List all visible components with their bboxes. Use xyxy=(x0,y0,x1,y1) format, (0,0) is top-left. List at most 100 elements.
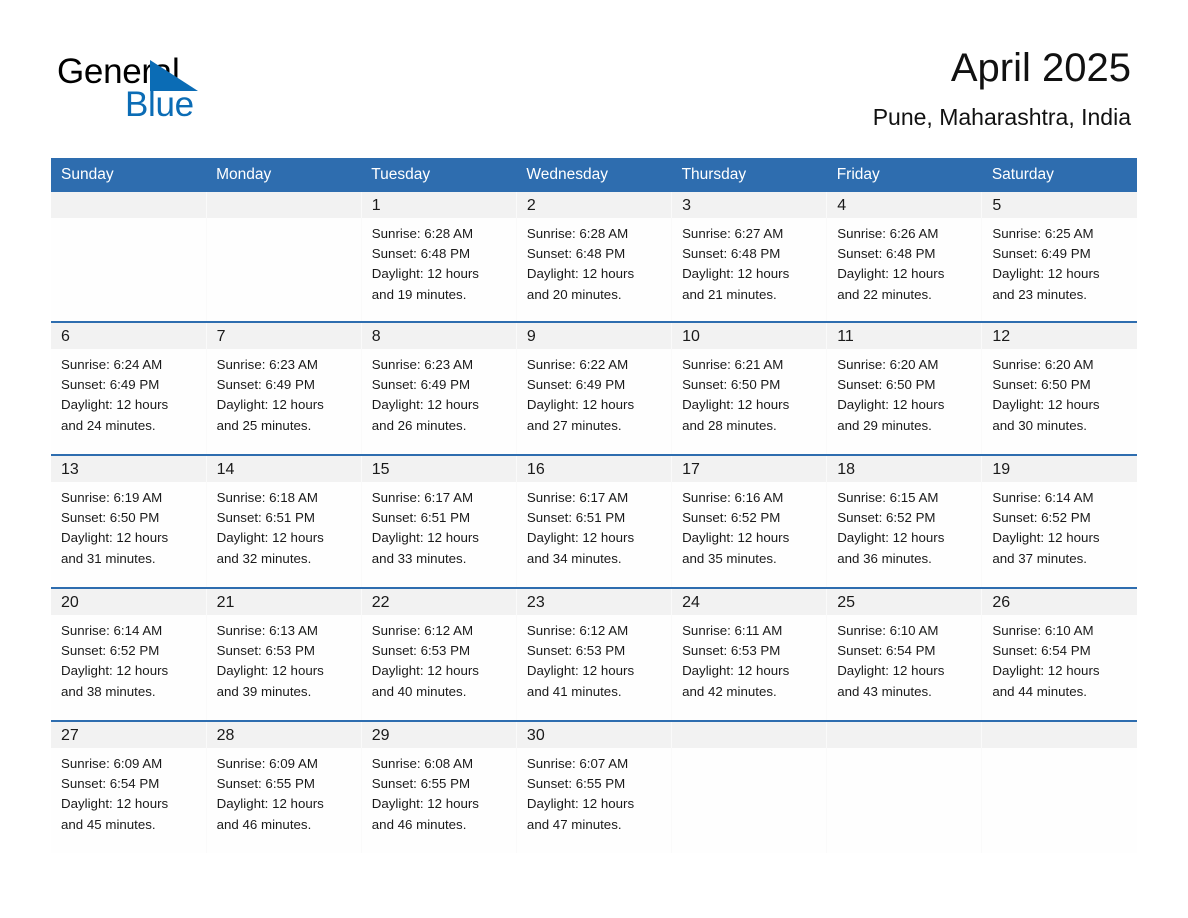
sunrise-text: Sunrise: 6:09 AM xyxy=(216,756,318,771)
daylight-text-line2: and 29 minutes. xyxy=(837,417,932,433)
sunrise-text: Sunrise: 6:23 AM xyxy=(371,357,474,372)
day-cell[interactable]: 7 Sunrise: 6:23 AM Sunset: 6:49 PM Daylight… xyxy=(206,321,362,455)
sunset-text: Sunset: 6:54 PM xyxy=(837,643,936,659)
day-number: 18 xyxy=(827,456,982,482)
day-number: 4 xyxy=(827,192,982,218)
day-cell[interactable]: 22 Sunrise: 6:12 AM Sunset: 6:53 PM Dayligh… xyxy=(361,587,517,721)
day-cell[interactable]: 26 Sunrise: 6:10 AM Sunset: 6:54 PM Dayligh… xyxy=(981,587,1137,721)
day-cell[interactable]: 1 Sunrise: 6:28 AM Sunset: 6:48 PM Daylight… xyxy=(361,192,517,322)
day-cell[interactable]: 5 Sunrise: 6:25 AM Sunset: 6:49 PM Daylight… xyxy=(981,192,1137,322)
weekday-header-tuesday: Tuesday xyxy=(361,158,517,192)
day-cell-inner xyxy=(206,192,361,321)
weekday-header-wednesday: Wednesday xyxy=(516,158,672,192)
daylight-text-line2: and 47 minutes. xyxy=(526,816,622,832)
day-number: 9 xyxy=(516,323,672,349)
day-sun-info: Sunrise: 6:17 AM Sunset: 6:51 PM Daylight:… xyxy=(517,482,671,569)
day-cell[interactable]: 29 Sunrise: 6:08 AM Sunset: 6:55 PM Dayligh… xyxy=(361,720,517,853)
day-number: 12 xyxy=(982,323,1137,349)
daylight-text-line1: Daylight: 12 hours xyxy=(526,530,635,546)
day-sun-info: Sunrise: 6:28 AM Sunset: 6:48 PM Daylight:… xyxy=(517,218,671,305)
day-cell[interactable]: 2 Sunrise: 6:28 AM Sunset: 6:48 PM Daylight… xyxy=(516,192,673,322)
day-cell[interactable]: 6 Sunrise: 6:24 AM Sunset: 6:49 PM Daylight… xyxy=(51,321,207,455)
sunrise-text: Sunrise: 6:26 AM xyxy=(837,226,939,241)
day-cell[interactable]: 17 Sunrise: 6:16 AM Sunset: 6:52 PM Dayligh… xyxy=(671,454,828,588)
sunrise-text: Sunrise: 6:21 AM xyxy=(682,357,784,372)
day-sun-info: Sunrise: 6:22 AM Sunset: 6:49 PM Daylight:… xyxy=(517,349,671,436)
day-cell[interactable]: 20 Sunrise: 6:14 AM Sunset: 6:52 PM Dayligh… xyxy=(51,587,207,721)
daylight-text-line1: Daylight: 12 hours xyxy=(837,530,945,546)
day-number: 6 xyxy=(51,323,206,349)
day-cell-inner: 4 Sunrise: 6:26 AM Sunset: 6:48 PM Daylight… xyxy=(827,192,982,321)
day-sun-info: Sunrise: 6:23 AM Sunset: 6:49 PM Daylight:… xyxy=(362,349,516,436)
day-cell[interactable]: 3 Sunrise: 6:27 AM Sunset: 6:48 PM Daylight… xyxy=(671,192,828,322)
daylight-text-line2: and 19 minutes. xyxy=(371,286,467,302)
day-cell[interactable]: 28 Sunrise: 6:09 AM Sunset: 6:55 PM Dayligh… xyxy=(206,720,362,853)
day-sun-info: Sunrise: 6:12 AM Sunset: 6:53 PM Daylight:… xyxy=(517,615,671,702)
day-cell-inner: 23 Sunrise: 6:12 AM Sunset: 6:53 PM Dayligh… xyxy=(516,589,672,720)
day-cell-inner xyxy=(51,192,206,321)
day-cell[interactable]: 11 Sunrise: 6:20 AM Sunset: 6:50 PM Dayligh… xyxy=(826,321,983,455)
sunrise-text: Sunrise: 6:09 AM xyxy=(61,756,163,771)
day-sun-info: Sunrise: 6:20 AM Sunset: 6:50 PM Daylight:… xyxy=(982,349,1137,436)
sunrise-text: Sunrise: 6:18 AM xyxy=(216,490,318,505)
day-cell[interactable]: 8 Sunrise: 6:23 AM Sunset: 6:49 PM Daylight… xyxy=(361,321,517,455)
day-cell[interactable]: 16 Sunrise: 6:17 AM Sunset: 6:51 PM Dayligh… xyxy=(516,454,673,588)
sunset-text: Sunset: 6:55 PM xyxy=(371,776,471,792)
day-cell-inner: 15 Sunrise: 6:17 AM Sunset: 6:51 PM Dayligh… xyxy=(361,456,516,587)
day-number: 30 xyxy=(516,722,672,748)
page-header: General Blue April 2025 Pune, Maharashtr… xyxy=(0,0,1188,155)
day-cell[interactable]: 30 Sunrise: 6:07 AM Sunset: 6:55 PM Dayligh… xyxy=(516,720,673,853)
sunset-text: Sunset: 6:50 PM xyxy=(682,377,781,393)
daylight-text-line2: and 38 minutes. xyxy=(61,683,156,699)
calendar-week-row: 27 Sunrise: 6:09 AM Sunset: 6:54 PM Dayligh… xyxy=(51,720,1137,853)
day-cell[interactable]: 14 Sunrise: 6:18 AM Sunset: 6:51 PM Dayligh… xyxy=(206,454,362,588)
day-cell[interactable]: 21 Sunrise: 6:13 AM Sunset: 6:53 PM Dayligh… xyxy=(206,587,362,721)
sunrise-text: Sunrise: 6:13 AM xyxy=(216,623,318,638)
day-cell-inner: 14 Sunrise: 6:18 AM Sunset: 6:51 PM Dayligh… xyxy=(206,456,361,587)
day-cell[interactable]: 23 Sunrise: 6:12 AM Sunset: 6:53 PM Dayligh… xyxy=(516,587,673,721)
sunrise-text: Sunrise: 6:17 AM xyxy=(526,490,629,505)
sunset-text: Sunset: 6:54 PM xyxy=(61,776,160,792)
sunset-text: Sunset: 6:50 PM xyxy=(837,377,936,393)
day-cell[interactable]: 9 Sunrise: 6:22 AM Sunset: 6:49 PM Daylight… xyxy=(516,321,673,455)
day-sun-info: Sunrise: 6:26 AM Sunset: 6:48 PM Daylight:… xyxy=(827,218,981,305)
day-cell-inner: 21 Sunrise: 6:13 AM Sunset: 6:53 PM Dayligh… xyxy=(206,589,361,720)
day-number: 20 xyxy=(51,589,206,615)
sunrise-text: Sunrise: 6:20 AM xyxy=(837,357,939,372)
calendar-week-row: 6 Sunrise: 6:24 AM Sunset: 6:49 PM Daylight… xyxy=(51,321,1137,455)
day-cell[interactable]: 27 Sunrise: 6:09 AM Sunset: 6:54 PM Dayligh… xyxy=(51,720,207,853)
day-cell[interactable]: 15 Sunrise: 6:17 AM Sunset: 6:51 PM Dayligh… xyxy=(361,454,517,588)
sunrise-text: Sunrise: 6:10 AM xyxy=(837,623,939,638)
daylight-text-line1: Daylight: 12 hours xyxy=(992,530,1100,546)
day-number: 2 xyxy=(516,192,672,218)
day-cell[interactable]: 24 Sunrise: 6:11 AM Sunset: 6:53 PM Dayligh… xyxy=(671,587,828,721)
day-cell[interactable]: 4 Sunrise: 6:26 AM Sunset: 6:48 PM Daylight… xyxy=(826,192,983,322)
day-cell-inner: 17 Sunrise: 6:16 AM Sunset: 6:52 PM Dayligh… xyxy=(672,456,827,587)
day-cell[interactable]: 19 Sunrise: 6:14 AM Sunset: 6:52 PM Dayligh… xyxy=(981,454,1137,588)
daylight-text-line2: and 33 minutes. xyxy=(371,550,467,566)
day-cell[interactable]: 25 Sunrise: 6:10 AM Sunset: 6:54 PM Dayligh… xyxy=(826,587,983,721)
day-number xyxy=(982,722,1137,748)
daylight-text-line2: and 26 minutes. xyxy=(371,417,467,433)
daylight-text-line1: Daylight: 12 hours xyxy=(61,530,169,546)
sunrise-text: Sunrise: 6:28 AM xyxy=(526,226,629,241)
sunrise-text: Sunrise: 6:20 AM xyxy=(992,357,1094,372)
day-cell[interactable]: 13 Sunrise: 6:19 AM Sunset: 6:50 PM Dayligh… xyxy=(51,454,207,588)
sunset-text: Sunset: 6:50 PM xyxy=(992,377,1091,393)
day-cell[interactable]: 10 Sunrise: 6:21 AM Sunset: 6:50 PM Dayligh… xyxy=(671,321,828,455)
sunrise-text: Sunrise: 6:19 AM xyxy=(61,490,163,505)
day-cell-inner: 22 Sunrise: 6:12 AM Sunset: 6:53 PM Dayligh… xyxy=(361,589,516,720)
day-cell[interactable]: 12 Sunrise: 6:20 AM Sunset: 6:50 PM Dayligh… xyxy=(981,321,1137,455)
sunrise-text: Sunrise: 6:11 AM xyxy=(682,623,783,638)
sunset-text: Sunset: 6:49 PM xyxy=(61,377,160,393)
day-cell[interactable]: 18 Sunrise: 6:15 AM Sunset: 6:52 PM Dayligh… xyxy=(826,454,983,588)
daylight-text-line2: and 39 minutes. xyxy=(216,683,312,699)
weekday-header-sunday: Sunday xyxy=(51,158,207,192)
daylight-text-line2: and 20 minutes. xyxy=(526,286,622,302)
daylight-text-line1: Daylight: 12 hours xyxy=(837,397,945,413)
daylight-text-line2: and 40 minutes. xyxy=(371,683,467,699)
daylight-text-line2: and 28 minutes. xyxy=(682,417,777,433)
day-cell-empty xyxy=(981,720,1137,853)
day-sun-info: Sunrise: 6:10 AM Sunset: 6:54 PM Daylight:… xyxy=(827,615,981,702)
day-cell-inner xyxy=(827,722,982,853)
